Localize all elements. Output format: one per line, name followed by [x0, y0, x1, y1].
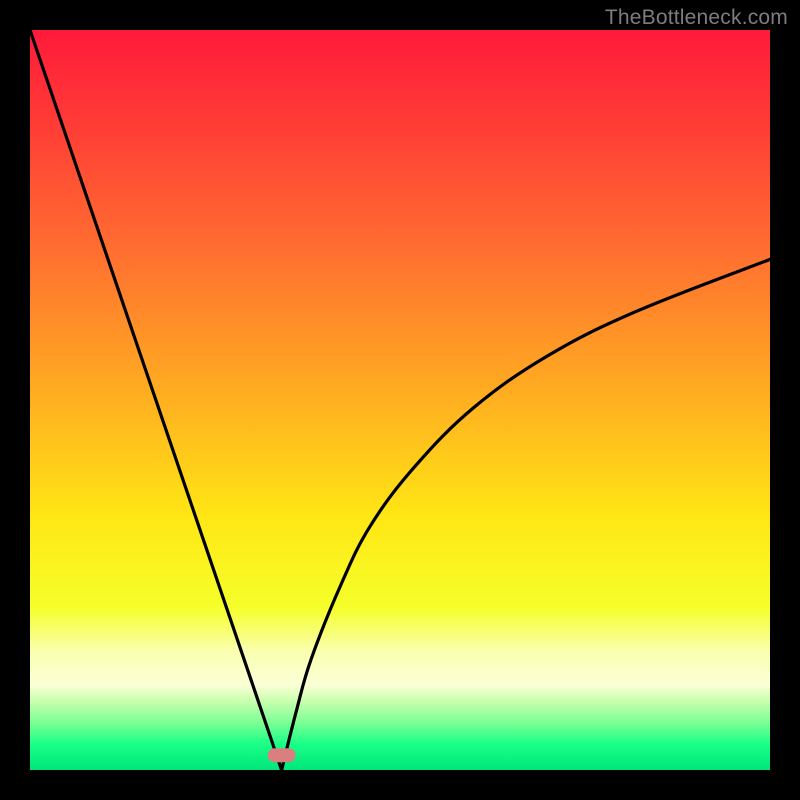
minimum-marker: [268, 748, 296, 762]
watermark-text: TheBottleneck.com: [605, 6, 788, 30]
chart-svg: [30, 30, 770, 770]
gradient-background: [30, 30, 770, 770]
plot-area: [30, 30, 770, 770]
chart-frame: TheBottleneck.com: [0, 0, 800, 800]
